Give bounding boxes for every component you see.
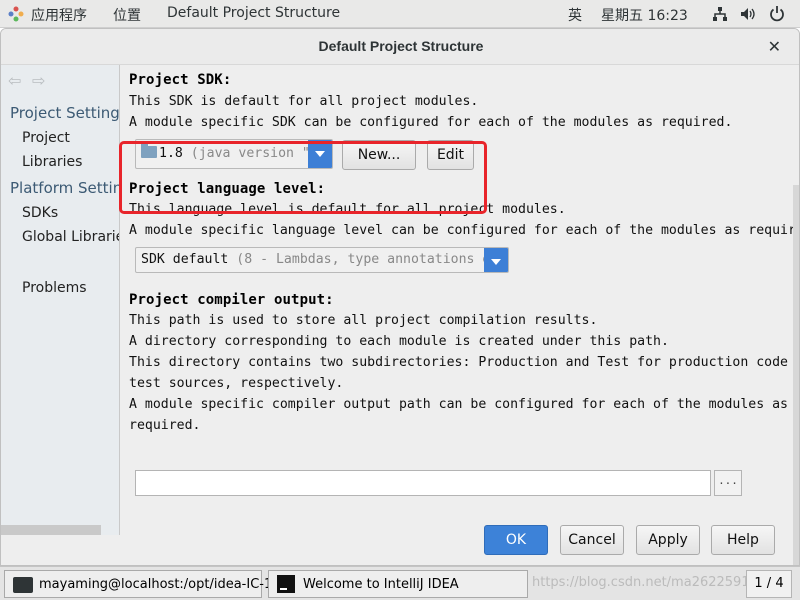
chevron-down-icon[interactable] bbox=[484, 248, 508, 272]
compiler-output-path-input[interactable] bbox=[135, 470, 711, 496]
top-panel: 应用程序 位置 Default Project Structure 英 星期五 … bbox=[0, 0, 800, 28]
sidebar-item-libraries[interactable]: Libraries bbox=[22, 154, 82, 170]
sdk-description-1: This SDK is default for all project modu… bbox=[129, 94, 479, 109]
cancel-button[interactable]: Cancel bbox=[560, 525, 624, 555]
language-level-detail: (8 - Lambdas, type annotations etc.) bbox=[236, 252, 509, 267]
intellij-icon bbox=[277, 575, 295, 593]
sidebar-heading-project-settings: Project Settings bbox=[10, 104, 120, 122]
sidebar-item-project[interactable]: Project bbox=[22, 130, 70, 146]
back-arrow-icon[interactable]: ⇦ bbox=[8, 71, 21, 90]
language-level-value: SDK default (8 - Lambdas, type annotatio… bbox=[141, 252, 509, 267]
taskbar-item-terminal[interactable]: mayaming@localhost:/opt/idea-IC-1... bbox=[4, 570, 285, 598]
taskbar-item-intellij[interactable]: Welcome to IntelliJ IDEA bbox=[268, 570, 528, 598]
applications-menu[interactable]: 应用程序 bbox=[31, 5, 87, 25]
language-description-2: A module specific language level can be … bbox=[129, 223, 800, 238]
taskbar-intellij-label: Welcome to IntelliJ IDEA bbox=[303, 577, 459, 592]
browse-button[interactable]: ... bbox=[714, 470, 742, 496]
compiler-description-1: This path is used to store all project c… bbox=[129, 313, 598, 328]
sdk-description-2: A module specific SDK can be configured … bbox=[129, 115, 733, 130]
close-icon[interactable]: ✕ bbox=[768, 37, 781, 56]
forward-arrow-icon[interactable]: ⇨ bbox=[32, 71, 45, 90]
terminal-icon bbox=[13, 577, 33, 593]
sidebar-scrollbar[interactable] bbox=[1, 525, 101, 535]
sidebar-heading-platform-settings: Platform Settings bbox=[10, 179, 119, 197]
applications-icon bbox=[8, 6, 24, 22]
network-icon[interactable] bbox=[712, 6, 728, 22]
compiler-description-4: test sources, respectively. bbox=[129, 376, 344, 391]
sdk-heading: Project SDK: bbox=[129, 72, 232, 88]
watermark-text: https://blog.csdn.net/ma2622591 bbox=[532, 575, 750, 590]
places-menu[interactable]: 位置 bbox=[113, 5, 141, 25]
taskbar-terminal-label: mayaming@localhost:/opt/idea-IC-1... bbox=[39, 577, 285, 592]
ok-button[interactable]: OK bbox=[484, 525, 548, 555]
sidebar-item-global-libraries[interactable]: Global Libraries bbox=[22, 229, 119, 245]
settings-sidebar: ⇦ ⇨ Project Settings Project Libraries P… bbox=[1, 65, 120, 535]
compiler-description-3: This directory contains two subdirectori… bbox=[129, 355, 800, 370]
help-button[interactable]: Help bbox=[711, 525, 775, 555]
volume-icon[interactable] bbox=[740, 6, 756, 22]
annotation-highlight-box bbox=[119, 141, 487, 214]
content-scrollbar[interactable] bbox=[793, 185, 799, 565]
compiler-description-6: required. bbox=[129, 418, 201, 433]
compiler-description-2: A directory corresponding to each module… bbox=[129, 334, 669, 349]
sidebar-item-sdks[interactable]: SDKs bbox=[22, 205, 58, 221]
language-level: SDK default bbox=[141, 252, 229, 267]
clock[interactable]: 星期五 16:23 bbox=[601, 5, 688, 25]
input-method-indicator[interactable]: 英 bbox=[568, 5, 582, 25]
sidebar-item-problems[interactable]: Problems bbox=[22, 280, 87, 296]
project-structure-dialog: Default Project Structure ✕ ⇦ ⇨ Project … bbox=[0, 28, 800, 566]
compiler-description-5: A module specific compiler output path c… bbox=[129, 397, 788, 412]
language-level-dropdown[interactable]: SDK default (8 - Lambdas, type annotatio… bbox=[135, 247, 509, 273]
apply-button[interactable]: Apply bbox=[636, 525, 700, 555]
workspace-indicator[interactable]: 1 / 4 bbox=[746, 570, 792, 598]
power-icon[interactable] bbox=[769, 5, 785, 22]
taskbar: mayaming@localhost:/opt/idea-IC-1... Wel… bbox=[0, 566, 800, 600]
active-window-title[interactable]: Default Project Structure bbox=[167, 5, 340, 21]
dialog-titlebar: Default Project Structure ✕ bbox=[1, 29, 799, 65]
compiler-output-heading: Project compiler output: bbox=[129, 292, 334, 308]
dialog-title: Default Project Structure bbox=[318, 38, 484, 54]
settings-content: Project SDK: This SDK is default for all… bbox=[121, 65, 800, 565]
